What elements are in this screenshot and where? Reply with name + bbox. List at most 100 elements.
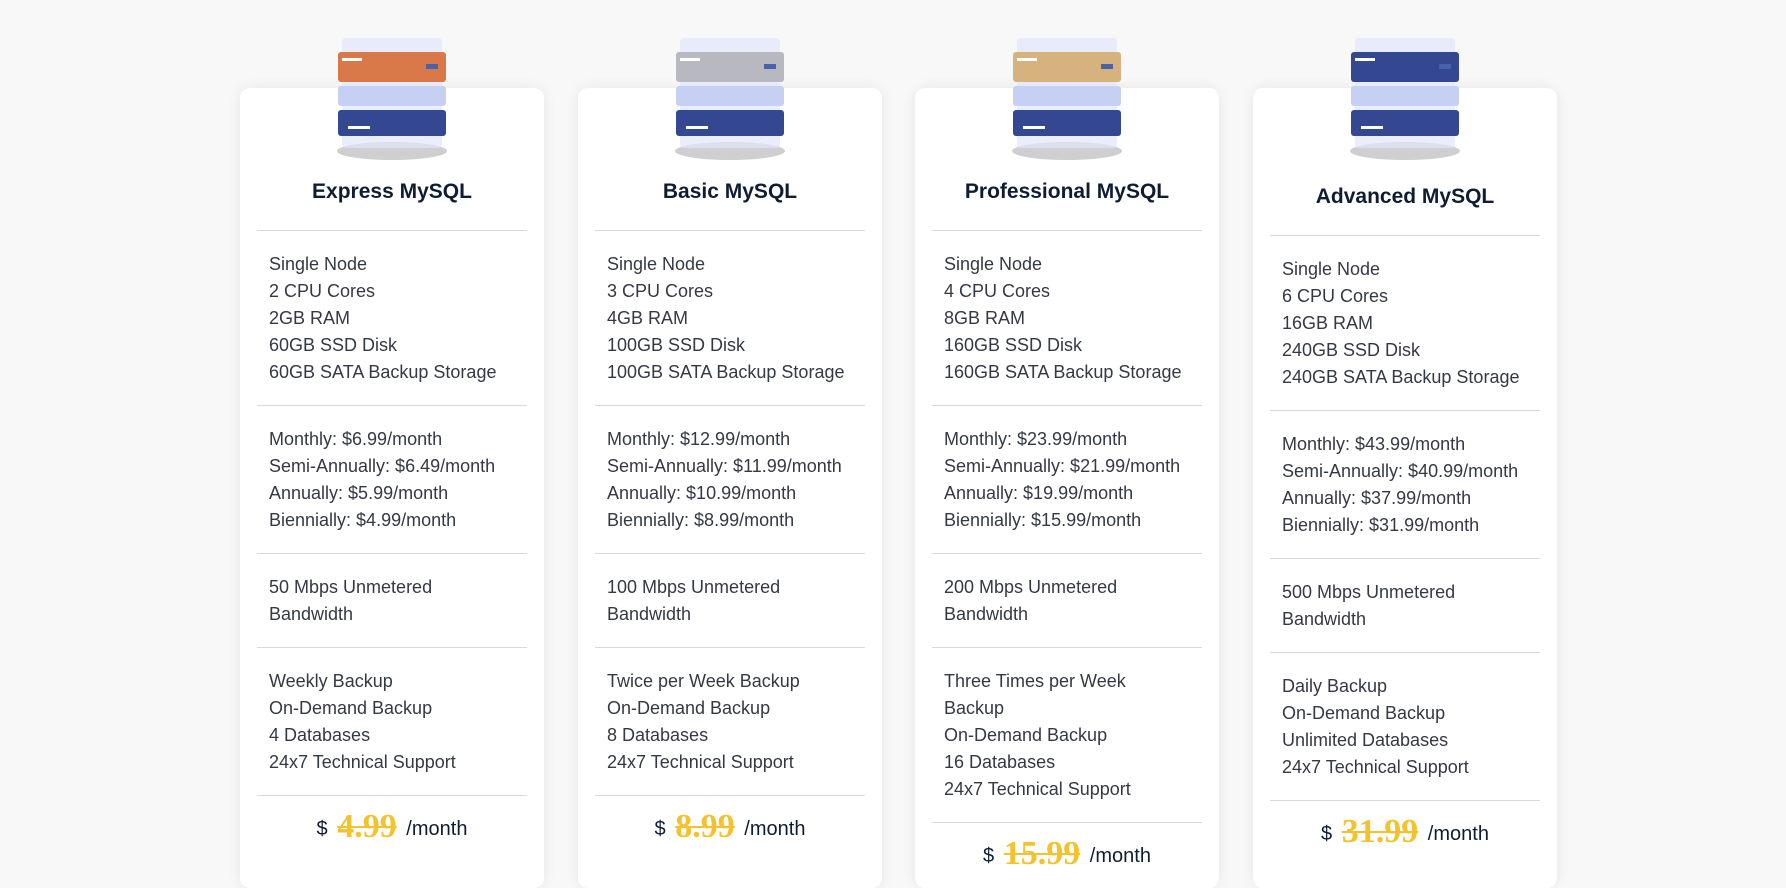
- bandwidth-line: 100 Mbps Unmetered: [607, 577, 781, 597]
- price-period: /month: [406, 818, 468, 840]
- spec-item: 60GB SATA Backup Storage: [269, 362, 497, 382]
- plan-extras: Twice per Week Backup On-Demand Backup 8…: [595, 647, 865, 795]
- price-currency: $: [316, 818, 328, 840]
- extra-item: On-Demand Backup: [1282, 703, 1446, 723]
- price-period: /month: [1427, 823, 1489, 845]
- price-period: /month: [744, 818, 806, 840]
- billing-item: Semi-Annually: $6.49/month: [269, 456, 496, 476]
- bandwidth-line: Bandwidth: [269, 604, 354, 624]
- spec-item: 160GB SSD Disk: [944, 335, 1083, 355]
- billing-item: Biennially: $31.99/month: [1282, 515, 1480, 535]
- plan-price: $ 8.99 /month: [595, 795, 865, 846]
- extra-item: Three Times per Week: [944, 671, 1126, 691]
- billing-item: Biennially: $8.99/month: [607, 510, 795, 530]
- price-period: /month: [1089, 845, 1151, 867]
- billing-item: Monthly: $23.99/month: [944, 429, 1128, 449]
- plan-card-advanced-mysql: Advanced MySQL Single Node 6 CPU Cores 1…: [1253, 38, 1557, 888]
- spec-item: 6 CPU Cores: [1282, 286, 1389, 306]
- billing-item: Semi-Annually: $40.99/month: [1282, 461, 1519, 481]
- extra-item: On-Demand Backup: [944, 725, 1108, 745]
- billing-item: Semi-Annually: $11.99/month: [607, 456, 842, 476]
- price-currency: $: [654, 818, 666, 840]
- spec-item: 2 CPU Cores: [269, 281, 376, 301]
- billing-item: Monthly: $43.99/month: [1282, 434, 1466, 454]
- plan-price: $ 4.99 /month: [257, 795, 527, 846]
- price-currency: $: [983, 845, 995, 867]
- spec-item: 240GB SATA Backup Storage: [1282, 367, 1520, 387]
- extra-item: Weekly Backup: [269, 671, 393, 691]
- plan-billing: Monthly: $23.99/month Semi-Annually: $21…: [932, 405, 1202, 553]
- extra-item: 16 Databases: [944, 752, 1056, 772]
- price-amount: 31.99: [1341, 813, 1419, 850]
- server-stack-icon: [1350, 38, 1460, 160]
- plan-extras: Daily Backup On-Demand Backup Unlimited …: [1270, 652, 1540, 800]
- spec-item: 2GB RAM: [269, 308, 351, 328]
- billing-item: Annually: $10.99/month: [607, 483, 797, 503]
- extra-item: Backup: [944, 698, 1005, 718]
- plan-specs: Single Node 6 CPU Cores 16GB RAM 240GB S…: [1270, 235, 1540, 410]
- plan-card-professional-mysql: Professional MySQL Single Node 4 CPU Cor…: [915, 38, 1219, 888]
- billing-item: Annually: $5.99/month: [269, 483, 449, 503]
- extra-item: 24x7 Technical Support: [1282, 757, 1469, 777]
- spec-item: 8GB RAM: [944, 308, 1026, 328]
- spec-item: Single Node: [269, 254, 368, 274]
- plan-extras: Three Times per Week Backup On-Demand Ba…: [932, 647, 1202, 822]
- extra-item: Unlimited Databases: [1282, 730, 1449, 750]
- extra-item: 24x7 Technical Support: [944, 779, 1131, 799]
- extra-item: 4 Databases: [269, 725, 371, 745]
- price-currency: $: [1321, 823, 1333, 845]
- billing-item: Monthly: $12.99/month: [607, 429, 791, 449]
- billing-item: Annually: $19.99/month: [944, 483, 1134, 503]
- plan-specs: Single Node 2 CPU Cores 2GB RAM 60GB SSD…: [257, 230, 527, 405]
- server-stack-icon: [1012, 38, 1122, 160]
- spec-item: Single Node: [607, 254, 706, 274]
- price-amount: 15.99: [1003, 835, 1081, 872]
- server-stack-icon: [337, 38, 447, 160]
- extra-item: 24x7 Technical Support: [269, 752, 456, 772]
- extra-item: On-Demand Backup: [607, 698, 771, 718]
- billing-item: Biennially: $15.99/month: [944, 510, 1142, 530]
- billing-item: Biennially: $4.99/month: [269, 510, 457, 530]
- spec-item: 4 CPU Cores: [944, 281, 1051, 301]
- extra-item: Twice per Week Backup: [607, 671, 800, 691]
- extra-item: 8 Databases: [607, 725, 709, 745]
- spec-item: Single Node: [944, 254, 1043, 274]
- spec-item: 4GB RAM: [607, 308, 689, 328]
- billing-item: Annually: $37.99/month: [1282, 488, 1472, 508]
- spec-item: 16GB RAM: [1282, 313, 1374, 333]
- plan-extras: Weekly Backup On-Demand Backup 4 Databas…: [257, 647, 527, 795]
- plan-price: $ 15.99 /month: [932, 822, 1202, 873]
- billing-item: Semi-Annually: $21.99/month: [944, 456, 1181, 476]
- price-amount: 4.99: [337, 808, 397, 845]
- bandwidth-line: 200 Mbps Unmetered: [944, 577, 1118, 597]
- spec-item: 240GB SSD Disk: [1282, 340, 1421, 360]
- spec-item: Single Node: [1282, 259, 1381, 279]
- spec-item: 60GB SSD Disk: [269, 335, 398, 355]
- bandwidth-line: Bandwidth: [944, 604, 1029, 624]
- extra-item: Daily Backup: [1282, 676, 1388, 696]
- plan-bandwidth: 500 Mbps Unmetered Bandwidth: [1270, 558, 1540, 652]
- plan-price: $ 31.99 /month: [1270, 800, 1540, 851]
- spec-item: 160GB SATA Backup Storage: [944, 362, 1182, 382]
- bandwidth-line: Bandwidth: [607, 604, 692, 624]
- spec-item: 3 CPU Cores: [607, 281, 714, 301]
- bandwidth-line: 50 Mbps Unmetered: [269, 577, 433, 597]
- plan-card-basic-mysql: Basic MySQL Single Node 3 CPU Cores 4GB …: [578, 38, 882, 888]
- plan-card-express-mysql: Express MySQL Single Node 2 CPU Cores 2G…: [240, 38, 544, 888]
- plan-specs: Single Node 3 CPU Cores 4GB RAM 100GB SS…: [595, 230, 865, 405]
- bandwidth-line: Bandwidth: [1282, 609, 1367, 629]
- extra-item: On-Demand Backup: [269, 698, 433, 718]
- plan-billing: Monthly: $43.99/month Semi-Annually: $40…: [1270, 410, 1540, 558]
- plan-billing: Monthly: $12.99/month Semi-Annually: $11…: [595, 405, 865, 553]
- pricing-plans: Express MySQL Single Node 2 CPU Cores 2G…: [0, 0, 1786, 888]
- plan-bandwidth: 50 Mbps Unmetered Bandwidth: [257, 553, 527, 647]
- plan-billing: Monthly: $6.99/month Semi-Annually: $6.4…: [257, 405, 527, 553]
- extra-item: 24x7 Technical Support: [607, 752, 794, 772]
- spec-item: 100GB SSD Disk: [607, 335, 746, 355]
- price-amount: 8.99: [675, 808, 735, 845]
- bandwidth-line: 500 Mbps Unmetered: [1282, 582, 1456, 602]
- plan-bandwidth: 200 Mbps Unmetered Bandwidth: [932, 553, 1202, 647]
- billing-item: Monthly: $6.99/month: [269, 429, 443, 449]
- server-stack-icon: [675, 38, 785, 160]
- plan-specs: Single Node 4 CPU Cores 8GB RAM 160GB SS…: [932, 230, 1202, 405]
